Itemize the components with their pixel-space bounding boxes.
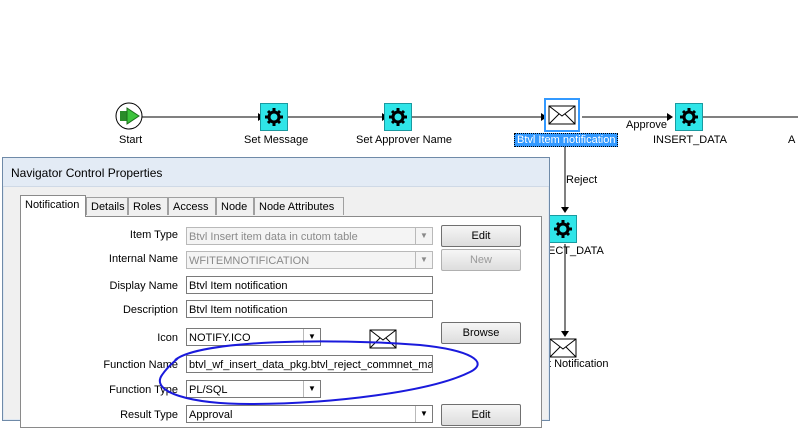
tab-node[interactable]: Node <box>216 197 254 215</box>
item-type-select: Btvl Insert item data in cutom table ▼ <box>186 227 433 245</box>
function-type-label: Function Type <box>109 384 178 396</box>
tab-roles[interactable]: Roles <box>128 197 168 215</box>
gear-icon[interactable] <box>675 103 703 131</box>
node-label-insert-data: INSERT_DATA <box>653 134 727 146</box>
chevron-down-icon[interactable]: ▼ <box>303 329 320 345</box>
dialog-titlebar[interactable]: Navigator Control Properties <box>3 158 549 187</box>
description-field[interactable]: Btvl Item notification <box>186 300 433 318</box>
chevron-down-icon: ▼ <box>415 252 432 268</box>
chevron-down-icon[interactable]: ▼ <box>303 381 320 397</box>
tab-details[interactable]: Details <box>86 197 128 215</box>
node-label-reject-notification: t Notification <box>548 358 609 370</box>
gear-icon[interactable] <box>260 103 288 131</box>
gear-icon[interactable] <box>384 103 412 131</box>
tab-access[interactable]: Access <box>168 197 216 215</box>
envelope-icon <box>369 329 397 352</box>
chevron-down-icon: ▼ <box>415 228 432 244</box>
envelope-icon[interactable] <box>544 98 580 132</box>
function-name-label: Function Name <box>103 359 178 371</box>
node-label-start: Start <box>119 134 143 146</box>
display-name-field[interactable]: Btvl Item notification <box>186 276 433 294</box>
start-node-icon[interactable] <box>114 101 143 130</box>
node-label-set-approver-name: Set Approver Name <box>356 134 452 146</box>
function-type-select[interactable]: PL/SQL ▼ <box>186 380 321 398</box>
chevron-down-icon[interactable]: ▼ <box>415 406 432 422</box>
function-type-value: PL/SQL <box>189 384 228 396</box>
navigator-control-properties-dialog: Navigator Control Properties Notificatio… <box>2 157 550 428</box>
node-label-reject-data: ECT_DATA <box>548 245 604 257</box>
icon-label: Icon <box>157 332 178 344</box>
internal-name-select: WFITEMNOTIFICATION ▼ <box>186 251 433 269</box>
node-label-cutoff: A <box>788 134 796 146</box>
edge-label-approve: Approve <box>626 119 667 131</box>
tab-node-attributes[interactable]: Node Attributes <box>254 197 344 215</box>
internal-name-label: Internal Name <box>108 253 178 265</box>
result-type-value: Approval <box>189 409 233 421</box>
description-label: Description <box>122 304 178 316</box>
edit-result-type-button[interactable]: Edit <box>441 404 521 426</box>
edit-item-type-button[interactable]: Edit <box>441 225 521 247</box>
item-type-label: Item Type <box>129 229 178 241</box>
internal-name-value: WFITEMNOTIFICATION <box>189 255 310 267</box>
node-label-btvl-item-notification[interactable]: Btvl Item notification <box>514 133 619 147</box>
new-button[interactable]: New <box>441 249 521 271</box>
notification-tab-panel: Item Type Btvl Insert item data in cutom… <box>20 216 542 428</box>
icon-select[interactable]: NOTIFY.ICO ▼ <box>186 328 321 346</box>
node-label-set-message: Set Message <box>244 134 309 146</box>
function-name-field[interactable]: btvl_wf_insert_data_pkg.btvl_reject_comm… <box>186 355 433 373</box>
browse-button[interactable]: Browse <box>441 322 521 344</box>
display-name-label: Display Name <box>109 280 178 292</box>
result-type-select[interactable]: Approval ▼ <box>186 405 433 423</box>
result-type-label: Result Type <box>120 409 178 421</box>
dialog-title: Navigator Control Properties <box>11 166 163 180</box>
tab-notification[interactable]: Notification <box>20 195 86 217</box>
edge-label-reject: Reject <box>566 174 598 186</box>
icon-value: NOTIFY.ICO <box>189 332 251 344</box>
gear-icon[interactable] <box>549 215 577 243</box>
item-type-value: Btvl Insert item data in cutom table <box>189 231 358 243</box>
